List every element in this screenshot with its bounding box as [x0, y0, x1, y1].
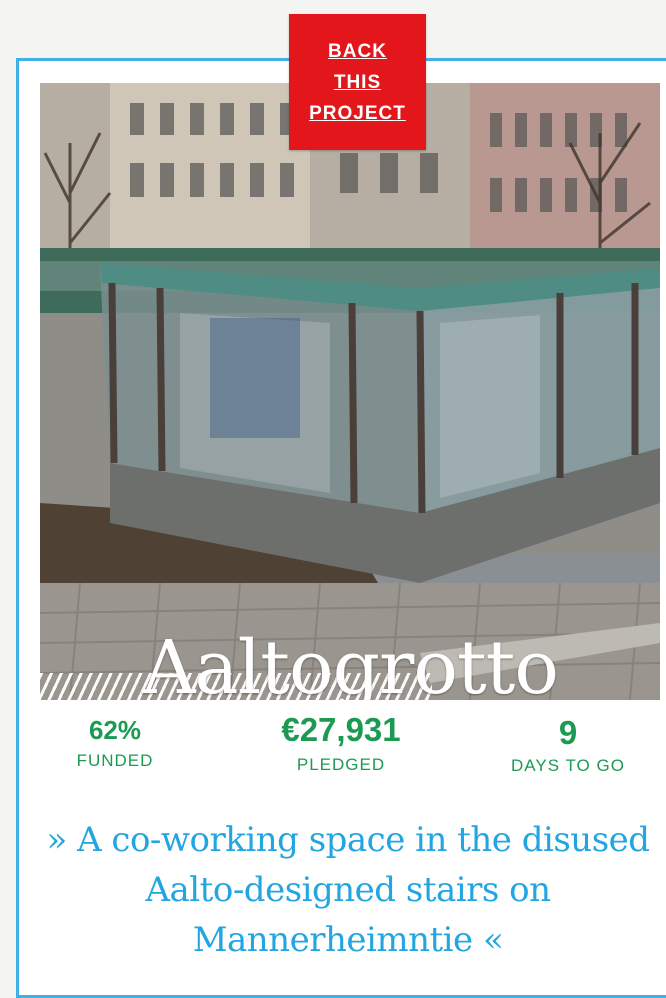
pledged-value: €27,931 [281, 711, 401, 748]
photo-illustration [40, 83, 660, 700]
funded-value: 62% [88, 715, 142, 745]
stat-days-to-go: 9 DAYS TO GO [488, 714, 648, 778]
funded-label: FUNDED [76, 751, 154, 770]
stat-pledged: €27,931 PLEDGED [258, 711, 424, 777]
back-button-line-1: BACK [328, 40, 387, 62]
project-photo: Aaltogrotto [40, 83, 660, 700]
project-tagline: » A co-working space in the disused Aalt… [46, 820, 650, 960]
back-this-project-button[interactable]: BACK THIS PROJECT [289, 14, 426, 150]
days-label: DAYS TO GO [511, 756, 625, 775]
back-button-line-3: PROJECT [309, 102, 406, 124]
pledged-label: PLEDGED [296, 755, 386, 774]
stat-funded: 62% FUNDED [60, 715, 170, 773]
back-button-line-2: THIS [333, 71, 382, 93]
days-value: 9 [558, 714, 578, 751]
project-title: Aaltogrotto [142, 625, 559, 700]
